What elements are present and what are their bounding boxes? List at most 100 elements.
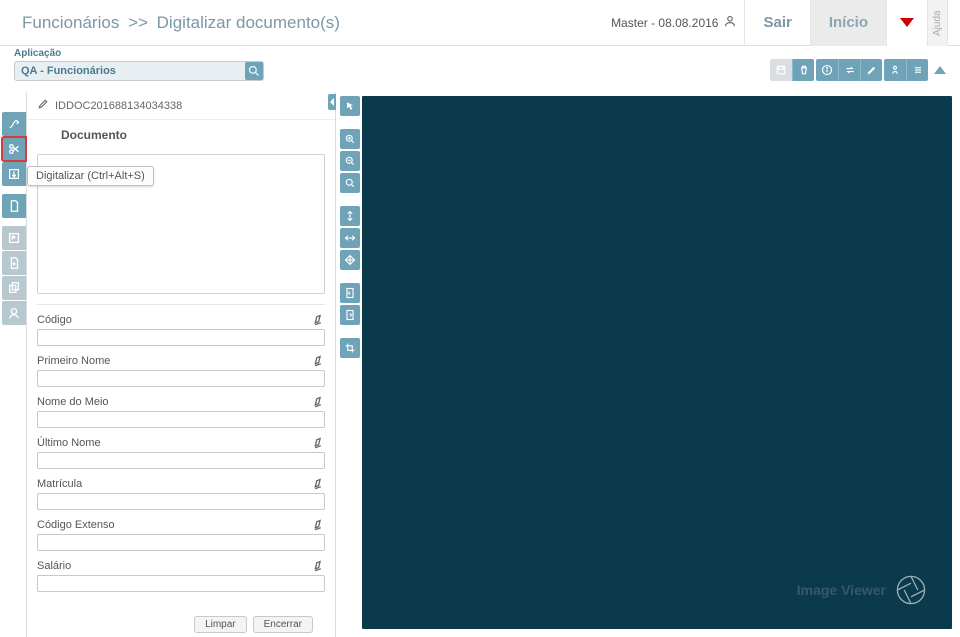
field-input[interactable] bbox=[37, 575, 325, 592]
aperture-icon bbox=[894, 573, 928, 607]
user-icon bbox=[724, 15, 736, 30]
left-rail bbox=[0, 92, 26, 637]
field-input[interactable] bbox=[37, 534, 325, 551]
panel-collapse-button[interactable] bbox=[328, 94, 336, 110]
tools-button[interactable] bbox=[860, 59, 882, 81]
field-label: Código Extenso bbox=[37, 519, 115, 531]
image-viewer[interactable]: Image Viewer bbox=[362, 96, 952, 629]
import-icon bbox=[7, 167, 21, 181]
clear-field-icon[interactable] bbox=[309, 516, 325, 534]
field-label: Código bbox=[37, 314, 72, 326]
app-select-input[interactable] bbox=[14, 61, 264, 81]
field-input[interactable] bbox=[37, 329, 325, 346]
addpage-icon bbox=[7, 256, 21, 270]
rail-scan-button[interactable] bbox=[2, 137, 26, 161]
home-button[interactable]: Início bbox=[810, 0, 886, 46]
person-button[interactable] bbox=[884, 59, 906, 81]
field-input[interactable] bbox=[37, 493, 325, 510]
rail-addpage-button[interactable] bbox=[2, 251, 26, 275]
top-toolbar bbox=[770, 59, 946, 81]
document-id: IDDOC201688134034338 bbox=[55, 100, 182, 112]
crumb-funcionarios[interactable]: Funcionários bbox=[22, 13, 119, 32]
clear-field-icon[interactable] bbox=[309, 434, 325, 452]
delete-button[interactable] bbox=[792, 59, 814, 81]
pan-icon bbox=[344, 254, 356, 266]
rail-import-button[interactable] bbox=[2, 162, 26, 186]
clear-field-icon[interactable] bbox=[309, 557, 325, 575]
save-button[interactable] bbox=[770, 59, 792, 81]
next-page-tool[interactable] bbox=[340, 305, 360, 325]
list-button[interactable] bbox=[906, 59, 928, 81]
close-button[interactable]: Encerrar bbox=[253, 616, 313, 633]
list-icon bbox=[912, 64, 924, 76]
pan-tool[interactable] bbox=[340, 250, 360, 270]
field-matr-cula: Matrícula bbox=[37, 477, 325, 510]
field-sal-rio: Salário bbox=[37, 559, 325, 592]
save-icon bbox=[775, 64, 787, 76]
crumb-current: Digitalizar documento(s) bbox=[157, 13, 340, 32]
help-tab[interactable]: Ajuda bbox=[928, 0, 948, 46]
triangle-down-icon bbox=[900, 18, 914, 27]
field-label: Primeiro Nome bbox=[37, 355, 110, 367]
app-search-button[interactable] bbox=[245, 62, 263, 80]
fit-height-tool[interactable] bbox=[340, 206, 360, 226]
duplicate-icon bbox=[7, 281, 21, 295]
header-dropdown[interactable] bbox=[886, 0, 928, 46]
rail-profile-button[interactable] bbox=[2, 301, 26, 325]
zoom-region-tool[interactable] bbox=[340, 173, 360, 193]
rail-duplicate-button[interactable] bbox=[2, 276, 26, 300]
pointer-tool[interactable] bbox=[340, 96, 360, 116]
field-input[interactable] bbox=[37, 452, 325, 469]
ocr-icon bbox=[7, 231, 21, 245]
trash-icon bbox=[798, 64, 810, 76]
page-prev-icon bbox=[344, 287, 356, 299]
index-form: Código Primeiro Nome Nome do Meio Último No… bbox=[37, 304, 325, 637]
crop-tool[interactable] bbox=[340, 338, 360, 358]
app-label: Aplicação bbox=[14, 48, 264, 59]
fit-width-icon bbox=[344, 232, 356, 244]
clear-field-icon[interactable] bbox=[309, 475, 325, 493]
document-panel: IDDOC201688134034338 Documento Digitaliz… bbox=[26, 92, 336, 637]
logout-button[interactable]: Sair bbox=[744, 0, 809, 46]
field--ltimo-nome: Último Nome bbox=[37, 436, 325, 469]
swap-icon bbox=[844, 64, 856, 76]
profile-icon bbox=[7, 306, 21, 320]
fit-width-tool[interactable] bbox=[340, 228, 360, 248]
field-label: Nome do Meio bbox=[37, 396, 109, 408]
clear-field-icon[interactable] bbox=[309, 352, 325, 370]
person-icon bbox=[889, 64, 901, 76]
field-label: Matrícula bbox=[37, 478, 82, 490]
fit-height-icon bbox=[344, 210, 356, 222]
document-title: Documento bbox=[27, 120, 335, 148]
clear-button[interactable]: Limpar bbox=[194, 616, 247, 633]
zoom-out-tool[interactable] bbox=[340, 151, 360, 171]
field-nome-do-meio: Nome do Meio bbox=[37, 395, 325, 428]
rail-route-button[interactable] bbox=[2, 112, 26, 136]
viewer-toolbar bbox=[336, 92, 362, 637]
viewer-watermark: Image Viewer bbox=[797, 573, 928, 607]
breadcrumb: Funcionários >> Digitalizar documento(s) bbox=[22, 13, 611, 33]
zoom-out-icon bbox=[344, 155, 356, 167]
page-icon bbox=[7, 199, 21, 213]
zoom-in-tool[interactable] bbox=[340, 129, 360, 149]
page-next-icon bbox=[344, 309, 356, 321]
crumb-separator: >> bbox=[128, 13, 148, 32]
swap-button[interactable] bbox=[838, 59, 860, 81]
pointer-icon bbox=[344, 100, 356, 112]
info-icon bbox=[821, 64, 833, 76]
user-info: Master - 08.08.2016 bbox=[611, 15, 736, 30]
field-input[interactable] bbox=[37, 370, 325, 387]
field-primeiro-nome: Primeiro Nome bbox=[37, 354, 325, 387]
rail-ocr-button[interactable] bbox=[2, 226, 26, 250]
field-c-digo-extenso: Código Extenso bbox=[37, 518, 325, 551]
field-label: Último Nome bbox=[37, 437, 101, 449]
clear-field-icon[interactable] bbox=[309, 393, 325, 411]
wrench-icon bbox=[866, 64, 878, 76]
info-button[interactable] bbox=[816, 59, 838, 81]
clear-field-icon[interactable] bbox=[309, 311, 325, 329]
collapse-toolbar-icon[interactable] bbox=[934, 66, 946, 74]
prev-page-tool[interactable] bbox=[340, 283, 360, 303]
rail-page-button[interactable] bbox=[2, 194, 26, 218]
zoom-region-icon bbox=[344, 177, 356, 189]
field-input[interactable] bbox=[37, 411, 325, 428]
